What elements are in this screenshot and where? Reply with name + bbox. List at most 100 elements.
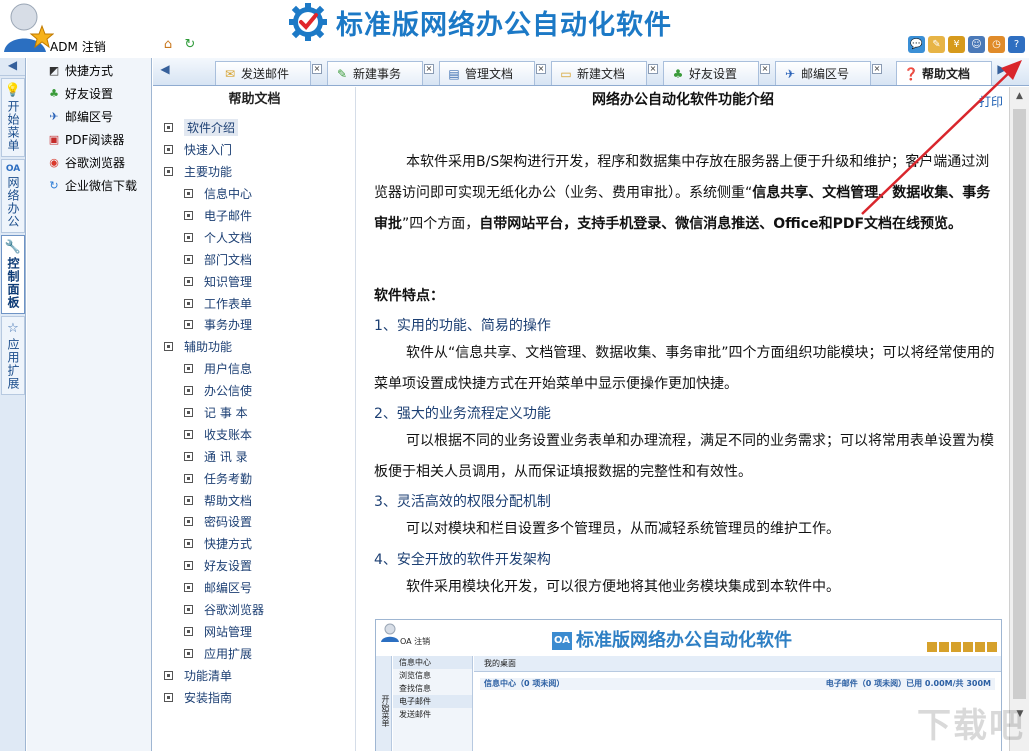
tab-label: 帮助文档 — [922, 65, 970, 82]
tree-node[interactable]: 知识管理 — [154, 270, 355, 292]
rail-office[interactable]: OA 网络办公 — [1, 159, 25, 233]
close-icon[interactable]: × — [424, 64, 434, 74]
docs-icon: ▤ — [446, 67, 462, 81]
tree-bullet-icon — [184, 299, 193, 308]
refresh-icon[interactable]: ↻ — [182, 36, 198, 52]
print-link[interactable]: 打印 — [979, 93, 1003, 110]
tree-node[interactable]: 工作表单 — [154, 292, 355, 314]
help-icon[interactable]: ? — [1008, 36, 1025, 53]
tree-node[interactable]: 应用扩展 — [154, 642, 355, 664]
tab-friends[interactable]: ♣好友设置× — [663, 61, 759, 85]
rail-start-menu[interactable]: 💡 开始菜单 — [1, 78, 25, 157]
preview-menu-item: 发送邮件 — [393, 708, 472, 721]
close-icon[interactable]: × — [648, 64, 658, 74]
quick-item-shortcuts[interactable]: ◩快捷方式 — [27, 59, 151, 82]
intro-paragraph: 本软件采用B/S架构进行开发，程序和数据集中存放在服务器上便于升级和维护；客户端… — [374, 147, 999, 240]
tree-node[interactable]: 用户信息 — [154, 358, 355, 380]
money-icon[interactable]: ¥ — [948, 36, 965, 53]
tab-scroll-right-icon[interactable]: ▶ — [993, 62, 1011, 82]
help-tree: 帮助文档 软件介绍快速入门主要功能信息中心电子邮件个人文档部门文档知识管理工作表… — [154, 87, 356, 751]
rail-control-panel[interactable]: 🔧 控制面板 — [1, 235, 25, 314]
quick-item-friends[interactable]: ♣好友设置 — [27, 82, 151, 105]
quick-item-postcode[interactable]: ✈邮编区号 — [27, 105, 151, 128]
tree-node[interactable]: 部门文档 — [154, 248, 355, 270]
tree-node[interactable]: 主要功能 — [154, 161, 355, 183]
tree-node[interactable]: 快速入门 — [154, 139, 355, 161]
notepad-icon[interactable]: ✎ — [928, 36, 945, 53]
tree-node[interactable]: 收支账本 — [154, 423, 355, 445]
help-tree-title: 帮助文档 — [154, 87, 355, 113]
tree-node-label: 用户信息 — [204, 360, 252, 377]
feature-title: 2、强大的业务流程定义功能 — [374, 403, 551, 423]
friends-icon: ♣ — [670, 67, 686, 81]
clock-icon[interactable]: ◷ — [988, 36, 1005, 53]
tree-node[interactable]: 安装指南 — [154, 686, 355, 708]
close-icon[interactable]: × — [872, 64, 882, 74]
tab-postcode[interactable]: ✈邮编区号× — [775, 61, 871, 85]
tab-label: 新建事务 — [353, 65, 401, 82]
chat-icon[interactable]: 💬 — [908, 36, 925, 53]
tree-node[interactable]: 密码设置 — [154, 511, 355, 533]
tree-node-label: 部门文档 — [204, 251, 252, 268]
tree-node[interactable]: 功能清单 — [154, 664, 355, 686]
scroll-thumb[interactable] — [1013, 109, 1026, 699]
collapse-arrow-icon[interactable]: ◀ — [0, 58, 25, 76]
tree-node[interactable]: 电子邮件 — [154, 205, 355, 227]
tab-label: 新建文档 — [577, 65, 625, 82]
tree-node[interactable]: 个人文档 — [154, 226, 355, 248]
tree-node[interactable]: 帮助文档 — [154, 489, 355, 511]
app-window: ADM注销 ⌂ ↻ 标准版网络办公自动化软件 — [0, 0, 1029, 751]
tree-bullet-icon — [184, 386, 193, 395]
contacts-icon[interactable]: ☺ — [968, 36, 985, 53]
quick-item-label: 企业微信下载 — [65, 177, 137, 194]
tab-help-docs[interactable]: ❓帮助文档 — [896, 61, 992, 85]
close-icon[interactable]: × — [536, 64, 546, 74]
tab-new-task[interactable]: ✎新建事务× — [327, 61, 423, 85]
logout-link[interactable]: 注销 — [82, 40, 106, 54]
preview-row-a: 信息中心（0 项未阅） — [484, 678, 564, 690]
vertical-scrollbar[interactable]: ▲ ▼ — [1009, 87, 1029, 751]
rail-extensions[interactable]: ☆ 应用扩展 — [1, 316, 25, 395]
close-icon[interactable]: × — [760, 64, 770, 74]
home-icon[interactable]: ⌂ — [160, 36, 176, 52]
close-icon[interactable]: × — [312, 64, 322, 74]
tree-node[interactable]: 邮编区号 — [154, 577, 355, 599]
friends-icon: ♣ — [47, 87, 61, 101]
header: ADM注销 ⌂ ↻ 标准版网络办公自动化软件 — [0, 0, 1029, 58]
quick-item-pdf[interactable]: ▣PDF阅读器 — [27, 128, 151, 151]
feature-title: 1、实用的功能、简易的操作 — [374, 315, 551, 335]
preview-menu-item: 查找信息 — [393, 682, 472, 695]
quick-item-chrome[interactable]: ◉谷歌浏览器 — [27, 151, 151, 174]
tree-node-label: 信息中心 — [204, 185, 252, 202]
screenshot-preview: OA 注销 OA标准版网络办公自动化软件 开始菜单 信息中心 浏览信息 查找信息… — [375, 619, 1002, 751]
tree-node[interactable]: 信息中心 — [154, 183, 355, 205]
tab-send-mail[interactable]: ✉发送邮件× — [215, 61, 311, 85]
tree-node[interactable]: 记 事 本 — [154, 402, 355, 424]
lightbulb-icon: 💡 — [2, 83, 24, 98]
tab-scroll-left-icon[interactable]: ◀ — [156, 62, 174, 82]
tree-node[interactable]: 软件介绍 — [154, 117, 355, 139]
oa-icon: OA — [2, 164, 24, 174]
tree-node[interactable]: 通 讯 录 — [154, 445, 355, 467]
tree-node[interactable]: 谷歌浏览器 — [154, 599, 355, 621]
tab-manage-docs[interactable]: ▤管理文档× — [439, 61, 535, 85]
rail-label: 应用扩展 — [6, 338, 20, 390]
tree-node[interactable]: 好友设置 — [154, 555, 355, 577]
preview-menu-item: 电子邮件 — [393, 695, 472, 708]
quick-item-wechat[interactable]: ↻企业微信下载 — [27, 174, 151, 197]
tree-node[interactable]: 任务考勤 — [154, 467, 355, 489]
tree-bullet-icon — [184, 189, 193, 198]
user-name: ADM — [50, 40, 78, 54]
tree-node[interactable]: 办公信使 — [154, 380, 355, 402]
tree-bullet-icon — [184, 255, 193, 264]
scroll-up-icon[interactable]: ▲ — [1010, 87, 1029, 105]
tree-node[interactable]: 辅助功能 — [154, 336, 355, 358]
tree-node[interactable]: 网站管理 — [154, 620, 355, 642]
tree-bullet-icon — [184, 605, 193, 614]
tree-node[interactable]: 快捷方式 — [154, 533, 355, 555]
tab-new-doc[interactable]: ▭新建文档× — [551, 61, 647, 85]
tree-node-label: 任务考勤 — [204, 470, 252, 487]
tree-bullet-icon — [184, 211, 193, 220]
tree-node[interactable]: 事务办理 — [154, 314, 355, 336]
tree-node-label: 通 讯 录 — [204, 448, 248, 465]
